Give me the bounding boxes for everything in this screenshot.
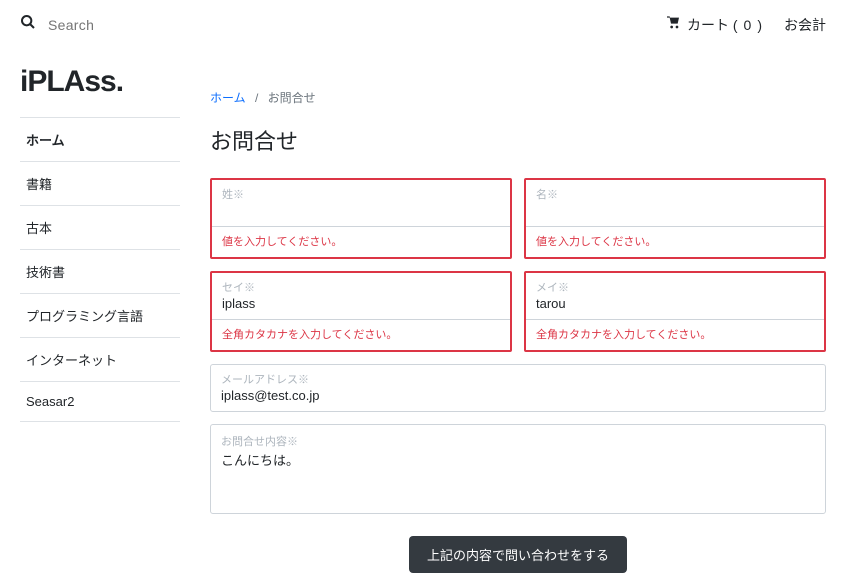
body-label: お問合せ内容※	[221, 433, 815, 449]
first-name-input[interactable]: 名※	[526, 180, 824, 227]
field-last-name: 姓※ 値を入力してください。	[210, 178, 512, 259]
breadcrumb-home[interactable]: ホーム	[210, 91, 246, 105]
last-name-label: 姓※	[222, 186, 500, 202]
sei-kana-error: 全角カタカナを入力してください。	[212, 320, 510, 344]
breadcrumb-sep: /	[255, 91, 258, 105]
field-sei-kana: セイ※ iplass 全角カタカナを入力してください。	[210, 271, 512, 352]
search-input[interactable]	[48, 17, 208, 33]
topbar: カート ( 0) お会計	[0, 0, 846, 49]
sei-kana-value: iplass	[222, 296, 500, 313]
sidebar-item-books[interactable]: 書籍	[20, 162, 180, 206]
sidebar: iPLAss. ホーム 書籍 古本 技術書 プログラミング言語 インターネット …	[20, 49, 180, 573]
breadcrumb-current: お問合せ	[268, 91, 316, 105]
submit-button[interactable]: 上記の内容で問い合わせをする	[409, 536, 627, 573]
mei-kana-label: メイ※	[536, 279, 814, 295]
field-first-name: 名※ 値を入力してください。	[524, 178, 826, 259]
mei-kana-error: 全角カタカナを入力してください。	[526, 320, 824, 344]
sidebar-item-internet[interactable]: インターネット	[20, 338, 180, 382]
mei-kana-value: tarou	[536, 296, 814, 313]
submit-row: 上記の内容で問い合わせをする	[210, 536, 826, 573]
mei-kana-input[interactable]: メイ※ tarou	[526, 273, 824, 320]
cart-icon	[665, 15, 681, 34]
first-name-error: 値を入力してください。	[526, 227, 824, 251]
email-label: メールアドレス※	[221, 371, 815, 387]
sidebar-item-tech-books[interactable]: 技術書	[20, 250, 180, 294]
cart-count: 0	[744, 17, 752, 33]
sidebar-item-home[interactable]: ホーム	[20, 118, 180, 162]
body-textarea[interactable]: お問合せ内容※ こんにちは。	[210, 424, 826, 514]
brand-logo[interactable]: iPLAss.	[20, 49, 180, 117]
field-body: お問合せ内容※ こんにちは。	[210, 424, 826, 514]
sidebar-nav: ホーム 書籍 古本 技術書 プログラミング言語 インターネット Seasar2	[20, 117, 180, 422]
last-name-input[interactable]: 姓※	[212, 180, 510, 227]
breadcrumb: ホーム / お問合せ	[210, 89, 826, 106]
topbar-right: カート ( 0) お会計	[665, 15, 826, 35]
email-input[interactable]: メールアドレス※ iplass@test.co.jp	[210, 364, 826, 412]
cart-prefix: カート (	[687, 15, 738, 35]
search-icon[interactable]	[20, 14, 36, 35]
contact-form: 姓※ 値を入力してください。 名※ 値を入力してください。 セイ※ ip	[210, 178, 826, 514]
sei-kana-input[interactable]: セイ※ iplass	[212, 273, 510, 320]
cart-link[interactable]: カート ( 0)	[665, 15, 762, 35]
page-title: お問合せ	[210, 124, 826, 156]
cart-suffix: )	[757, 17, 762, 33]
last-name-error: 値を入力してください。	[212, 227, 510, 251]
sidebar-item-used-books[interactable]: 古本	[20, 206, 180, 250]
sidebar-item-seasar2[interactable]: Seasar2	[20, 382, 180, 422]
sei-kana-label: セイ※	[222, 279, 500, 295]
field-mei-kana: メイ※ tarou 全角カタカナを入力してください。	[524, 271, 826, 352]
search-wrap	[20, 14, 208, 35]
checkout-link[interactable]: お会計	[784, 15, 826, 35]
field-email: メールアドレス※ iplass@test.co.jp	[210, 364, 826, 412]
sidebar-item-languages[interactable]: プログラミング言語	[20, 294, 180, 338]
first-name-label: 名※	[536, 186, 814, 202]
main: ホーム / お問合せ お問合せ 姓※ 値を入力してください。 名※	[210, 49, 826, 573]
body-value: こんにちは。	[221, 450, 815, 469]
email-value: iplass@test.co.jp	[221, 388, 815, 405]
